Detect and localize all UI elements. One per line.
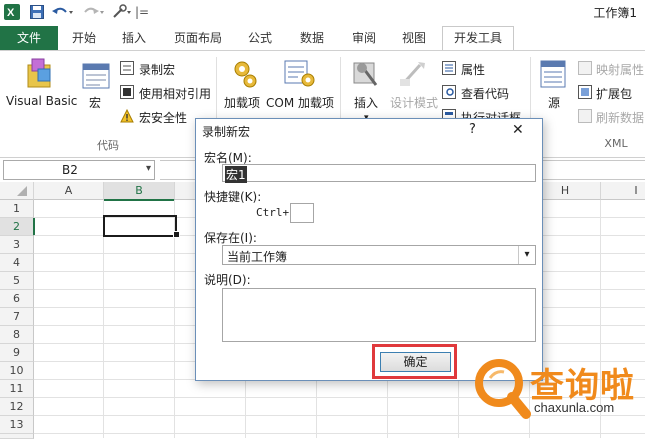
svg-text:X: X [7,7,15,19]
window-title: 工作簿1 [593,6,637,20]
row-header[interactable]: 8 [0,326,34,344]
view-code-icon [442,85,456,102]
macros-icon [82,61,110,94]
row-header[interactable]: 3 [0,236,34,254]
description-textarea[interactable] [222,288,536,342]
column-header[interactable]: A [34,182,104,200]
map-properties-icon [578,61,592,78]
store-in-value: 当前工作簿 [227,250,288,264]
refresh-data-button[interactable]: 刷新数据 [596,109,644,126]
tab-review[interactable]: 审阅 [344,27,384,49]
refresh-data-icon [578,109,592,126]
macro-name-input[interactable]: 宏1 [222,164,536,183]
selected-cell[interactable] [103,215,177,237]
addins-gear-icon [230,59,258,92]
excel-logo-icon: X [3,3,21,21]
row-header[interactable]: 11 [0,380,34,398]
help-button[interactable]: ? [469,122,476,137]
name-box[interactable]: B2 ▾ [3,160,155,180]
row-header-selected[interactable]: 2 [0,218,35,236]
close-button[interactable]: ✕ [512,122,524,138]
shortcut-prefix: Ctrl+ [256,206,290,219]
expansion-packs-icon [578,85,592,102]
visual-basic-icon [24,57,54,94]
map-properties-button[interactable]: 映射属性 [596,61,644,78]
tab-developer[interactable]: 开发工具 [442,26,514,51]
insert-controls-button[interactable]: 插入 [354,94,378,111]
redo-icon[interactable] [80,3,106,21]
insert-controls-icon [352,59,380,92]
macro-name-value: 宏1 [225,166,247,183]
record-macro-icon [120,61,134,78]
ribbon-tab-bar: 文件 开始 插入 页面布局 公式 数据 审阅 视图 开发工具 [0,24,645,51]
title-bar: X |= 工作簿1 [0,0,645,25]
row-header[interactable]: 6 [0,290,34,308]
tab-file[interactable]: 文件 [0,26,58,50]
com-addins-button[interactable]: COM 加载项 [266,94,334,111]
chevron-down-icon[interactable]: ▾ [146,163,151,174]
save-icon[interactable] [28,3,46,21]
row-header[interactable]: 12 [0,398,34,416]
tab-formulas[interactable]: 公式 [240,27,280,49]
undo-icon[interactable] [50,3,76,21]
row-header[interactable]: 4 [0,254,34,272]
tab-insert[interactable]: 插入 [114,27,154,49]
design-mode-icon [398,59,428,92]
tab-data[interactable]: 数据 [292,27,332,49]
xml-source-button[interactable]: 源 [548,94,560,111]
tab-view[interactable]: 视图 [394,27,434,49]
store-in-label: 保存在(I): [204,231,257,245]
name-box-value: B2 [62,163,78,177]
column-header[interactable]: I [601,182,645,200]
row-header[interactable]: 5 [0,272,34,290]
com-addins-icon [284,59,316,92]
row-header[interactable]: 13 [0,416,34,434]
tab-home[interactable]: 开始 [64,27,104,49]
dialog-title: 录制新宏 [202,125,251,139]
row-header[interactable]: 9 [0,344,34,362]
warning-icon [120,108,134,126]
addins-button[interactable]: 加载项 [224,94,260,111]
store-in-select[interactable]: 当前工作簿 ▾ [222,245,536,265]
watermark-url: chaxunla.com [534,400,615,415]
tools-icon[interactable] [110,3,134,21]
xml-group-label: XML [604,137,628,150]
select-all-corner[interactable] [0,182,34,200]
tab-page-layout[interactable]: 页面布局 [166,27,230,49]
relative-refs-icon [120,85,134,102]
macro-security-button[interactable]: 宏安全性 [139,109,187,126]
watermark: 查询啦 chaxunla.com [464,338,645,438]
xml-source-icon [540,59,568,92]
properties-icon [442,61,456,78]
column-header-selected[interactable]: B [104,182,175,201]
qat-customize-icon[interactable]: |= [135,3,149,21]
properties-button[interactable]: 属性 [461,61,485,78]
relative-refs-button[interactable]: 使用相对引用 [139,85,211,102]
highlight-box [372,344,457,379]
view-code-button[interactable]: 查看代码 [461,85,509,102]
row-header[interactable]: 1 [0,200,34,218]
row-header[interactable]: 14 [0,434,34,439]
shortcut-key-input[interactable] [290,203,314,223]
code-group-label: 代码 [97,139,119,152]
row-header[interactable]: 10 [0,362,34,380]
search-logo-icon [475,359,531,419]
fill-handle[interactable] [173,231,180,238]
visual-basic-button[interactable]: Visual Basic [6,94,77,108]
record-macro-button[interactable]: 录制宏 [139,61,175,78]
chevron-down-icon[interactable]: ▾ [518,246,535,264]
row-header[interactable]: 7 [0,308,34,326]
expansion-packs-button[interactable]: 扩展包 [596,85,632,102]
description-label: 说明(D): [204,273,251,287]
shortcut-label: 快捷键(K): [204,190,262,204]
macros-button[interactable]: 宏 [89,94,101,111]
design-mode-button[interactable]: 设计模式 [390,94,438,111]
